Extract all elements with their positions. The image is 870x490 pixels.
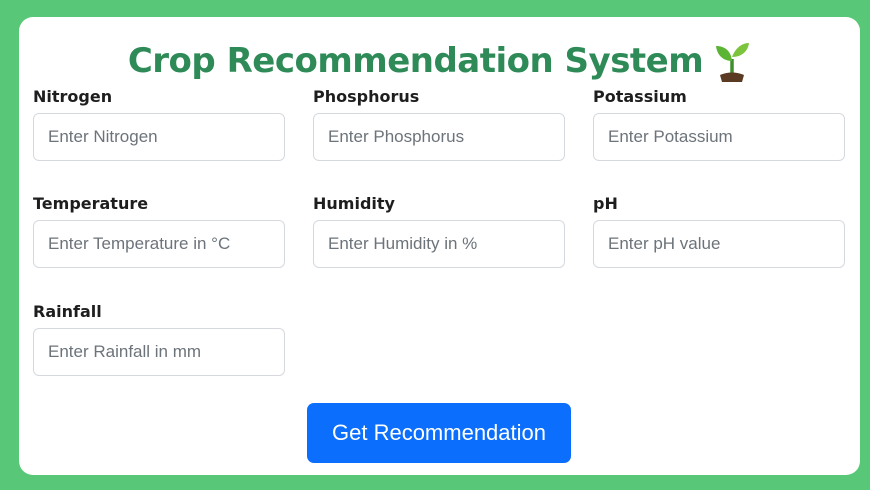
field-temperature: Temperature — [33, 194, 285, 268]
potassium-label: Potassium — [593, 87, 687, 106]
field-ph: pH — [593, 194, 845, 268]
field-nitrogen: Nitrogen — [33, 87, 285, 161]
ph-input[interactable] — [593, 220, 845, 268]
temperature-label: Temperature — [33, 194, 149, 213]
humidity-label: Humidity — [313, 194, 395, 213]
ph-label: pH — [593, 194, 618, 213]
page-title: Crop Recommendation System — [127, 41, 704, 81]
get-recommendation-button[interactable]: Get Recommendation — [307, 403, 571, 463]
field-phosphorus: Phosphorus — [313, 87, 565, 161]
seedling-icon — [713, 39, 751, 83]
rainfall-input[interactable] — [33, 328, 285, 376]
field-rainfall: Rainfall — [33, 302, 285, 376]
potassium-input[interactable] — [593, 113, 845, 161]
nitrogen-input[interactable] — [33, 113, 285, 161]
header: Crop Recommendation System — [19, 39, 860, 83]
field-humidity: Humidity — [313, 194, 565, 268]
rainfall-label: Rainfall — [33, 302, 102, 321]
phosphorus-label: Phosphorus — [313, 87, 420, 106]
form-card: Crop Recommendation System Nitrogen Phos… — [19, 17, 860, 475]
nitrogen-label: Nitrogen — [33, 87, 113, 106]
humidity-input[interactable] — [313, 220, 565, 268]
field-potassium: Potassium — [593, 87, 845, 161]
temperature-input[interactable] — [33, 220, 285, 268]
phosphorus-input[interactable] — [313, 113, 565, 161]
